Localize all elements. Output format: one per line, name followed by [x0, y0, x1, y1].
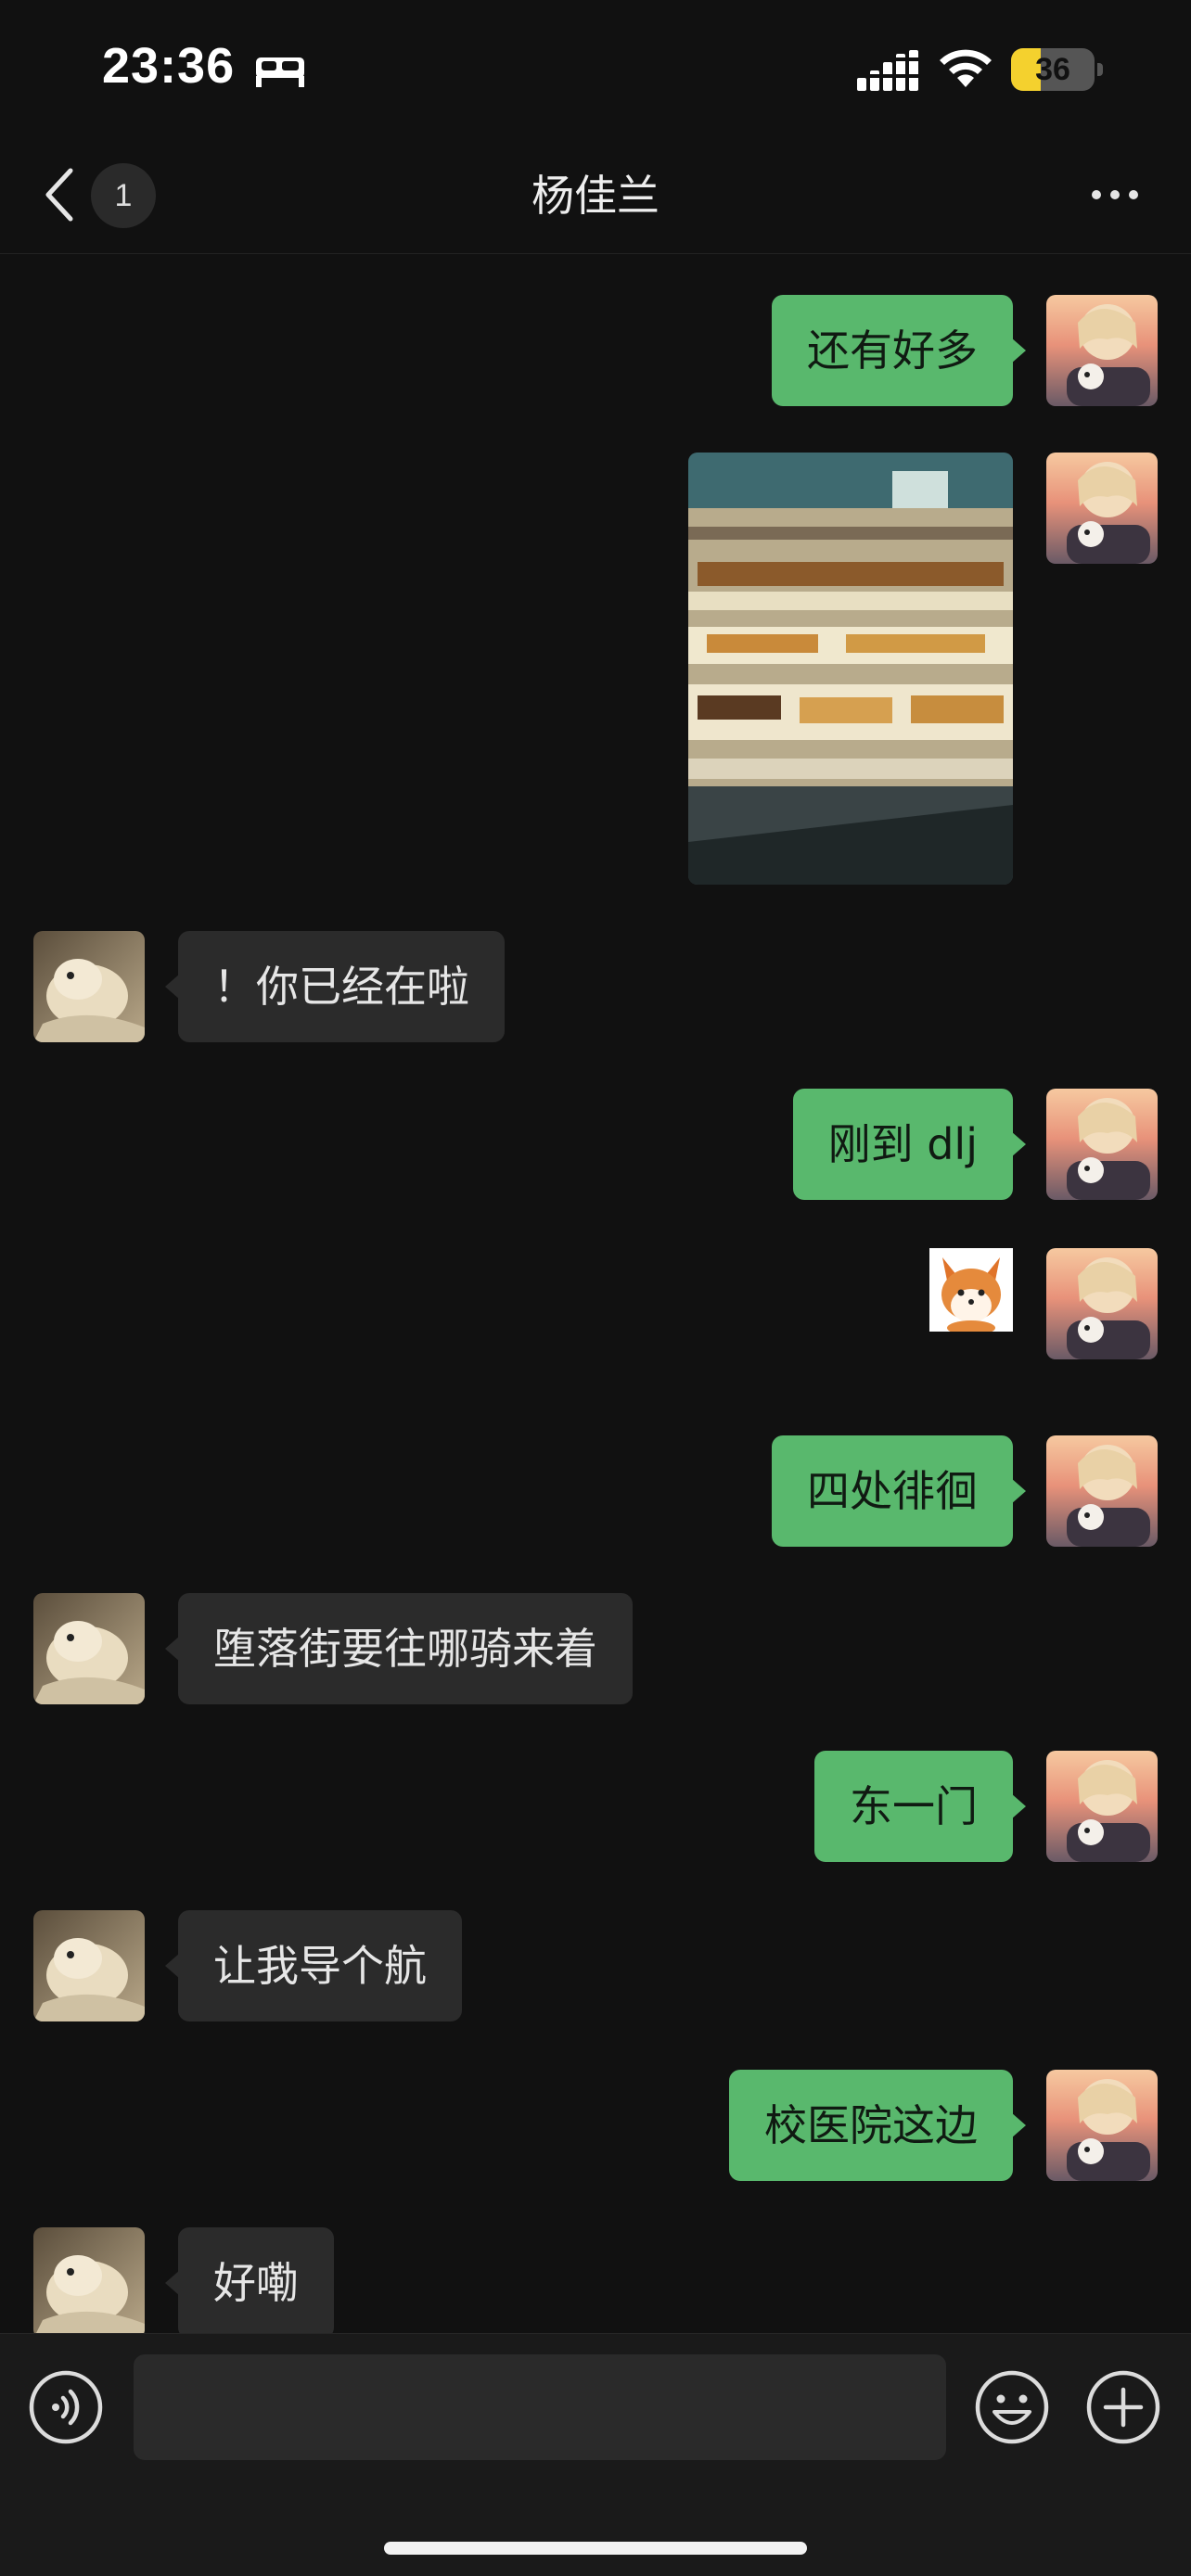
input-bar: [0, 2333, 1191, 2576]
back-chevron-icon[interactable]: [41, 165, 78, 224]
sleep-icon: [256, 57, 304, 87]
voice-icon[interactable]: [28, 2369, 104, 2445]
my-avatar[interactable]: [1046, 1248, 1158, 1359]
message-input[interactable]: [134, 2354, 946, 2460]
unread-count-badge[interactable]: 1: [91, 163, 156, 228]
contact-avatar[interactable]: [33, 2227, 145, 2333]
home-indicator[interactable]: [384, 2542, 807, 2555]
contact-avatar[interactable]: [33, 1910, 145, 2021]
my-avatar[interactable]: [1046, 2070, 1158, 2181]
outgoing-message-bubble[interactable]: 还有好多: [772, 295, 1026, 406]
incoming-message-bubble[interactable]: ！你已经在啦: [165, 931, 505, 1042]
fox-sticker[interactable]: [929, 1248, 1013, 1335]
incoming-message-bubble[interactable]: 好嘞: [165, 2227, 334, 2333]
incoming-message-bubble[interactable]: 堕落街要往哪骑来着: [165, 1593, 633, 1704]
contact-avatar[interactable]: [33, 931, 145, 1042]
status-time: 23:36: [102, 38, 236, 94]
chat-title: 杨佳兰: [531, 171, 660, 221]
contact-avatar[interactable]: [33, 1593, 145, 1704]
bakery-photo[interactable]: [688, 453, 1013, 885]
outgoing-message-bubble[interactable]: 校医院这边: [729, 2070, 1026, 2181]
battery-level: 36: [1035, 52, 1070, 87]
outgoing-message-bubble[interactable]: 四处徘徊: [772, 1435, 1026, 1547]
outgoing-message-bubble[interactable]: 刚到 dlj: [792, 1089, 1027, 1200]
incoming-message-bubble[interactable]: 让我导个航: [165, 1910, 462, 2021]
chat-header: 1 杨佳兰: [0, 139, 1191, 254]
emoji-icon[interactable]: [974, 2369, 1050, 2445]
my-avatar[interactable]: [1046, 1435, 1158, 1547]
my-avatar[interactable]: [1046, 1089, 1158, 1200]
wifi-icon: [940, 49, 992, 87]
my-avatar[interactable]: [1046, 295, 1158, 406]
my-avatar[interactable]: [1046, 453, 1158, 564]
more-dots-icon[interactable]: [1089, 184, 1141, 206]
status-bar: 23:36 36: [0, 0, 1191, 139]
battery-icon: 36: [1011, 48, 1104, 91]
plus-icon[interactable]: [1085, 2369, 1161, 2445]
signal-icon: [857, 50, 920, 91]
my-avatar[interactable]: [1046, 1751, 1158, 1862]
outgoing-message-bubble[interactable]: 东一门: [814, 1751, 1026, 1862]
message-list[interactable]: 还有好多 ！你已经在啦 刚到 dlj 四处徘徊 堕落街要往哪骑来着 东一门 让我…: [0, 254, 1191, 2333]
